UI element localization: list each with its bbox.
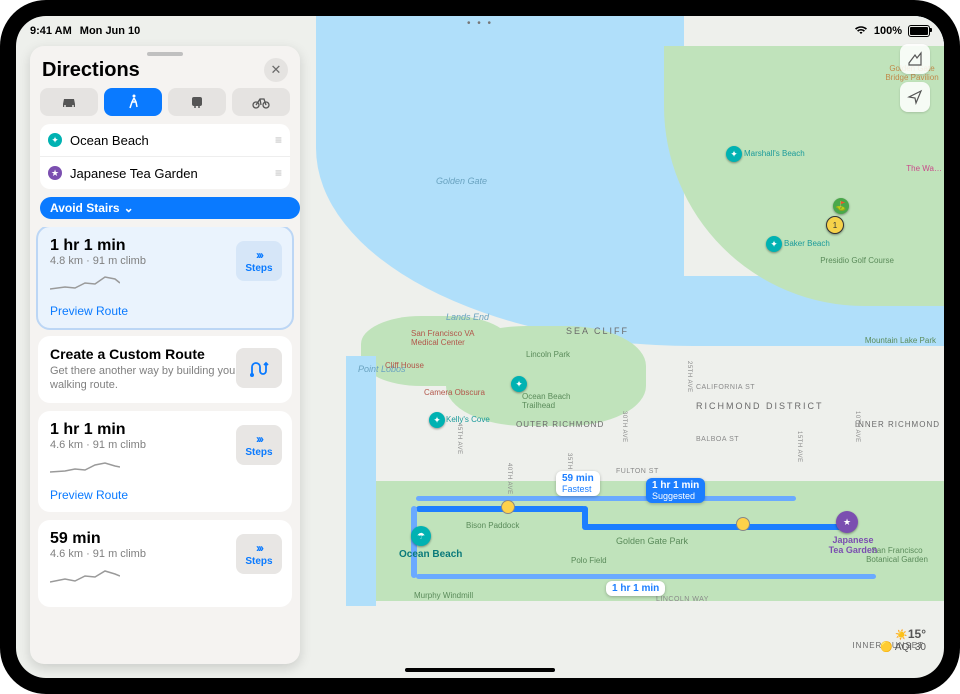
origin-pin[interactable]: ☂ bbox=[411, 526, 431, 546]
label-sea-cliff: SEA CLIFF bbox=[566, 326, 629, 336]
origin-icon: ✦ bbox=[48, 133, 62, 147]
battery-pct: 100% bbox=[874, 25, 902, 37]
pin-presidio[interactable]: ⛳ bbox=[833, 198, 849, 214]
map-settings-button[interactable] bbox=[900, 44, 930, 74]
elevation-sparkline bbox=[50, 566, 120, 586]
label-lands-end: Lands End bbox=[446, 312, 489, 322]
label-golden-gate: Golden Gate bbox=[436, 176, 487, 186]
label-fulton-st: FULTON ST bbox=[616, 468, 659, 475]
screen: 9:41 AM Mon Jun 10 100% • • • Golden Gat… bbox=[16, 16, 944, 678]
weather-widget[interactable]: ☀️15° 🟡 AQI 30 bbox=[880, 627, 926, 654]
steps-button[interactable]: ››› Steps bbox=[236, 534, 282, 574]
route-option[interactable]: 1 hr 1 min 4.8 km · 91 m climb Preview R… bbox=[38, 227, 292, 328]
callout-alt[interactable]: 1 hr 1 min bbox=[606, 581, 665, 596]
panel-title: Directions bbox=[42, 59, 140, 82]
reorder-icon[interactable]: ≡ bbox=[275, 166, 282, 180]
home-indicator[interactable] bbox=[405, 668, 555, 672]
origin-label: Ocean Beach bbox=[399, 549, 462, 560]
route-results: 1 hr 1 min 4.8 km · 91 m climb Preview R… bbox=[30, 227, 300, 664]
waypoint-origin[interactable]: ✦ Ocean Beach ≡ bbox=[40, 124, 290, 157]
steps-button[interactable]: ››› Steps bbox=[236, 425, 282, 465]
panel-grabber[interactable] bbox=[147, 52, 183, 56]
ipad-frame: 9:41 AM Mon Jun 10 100% • • • Golden Gat… bbox=[0, 0, 960, 694]
elevation-sparkline bbox=[50, 457, 120, 477]
label-inner-richmond: INNER RICHMOND bbox=[855, 420, 940, 429]
chevron-right-icon: ››› bbox=[256, 541, 262, 555]
mode-car[interactable] bbox=[40, 88, 98, 116]
directions-panel: Directions ✕ ✦ Ocean Beach ≡ ★ Japanese … bbox=[30, 46, 300, 664]
route-option[interactable]: 1 hr 1 min 4.6 km · 91 m climb Preview R… bbox=[38, 411, 292, 512]
chevron-right-icon: ››› bbox=[256, 248, 262, 262]
label-richmond: RICHMOND DISTRICT bbox=[696, 401, 824, 411]
destination-label: Japanese Tea Garden bbox=[823, 535, 883, 555]
destination-pin[interactable]: ★ bbox=[836, 511, 858, 533]
pin-ocean-beach-trailhead[interactable]: ✦ bbox=[511, 376, 527, 392]
elevation-sparkline bbox=[50, 273, 120, 293]
close-button[interactable]: ✕ bbox=[264, 58, 288, 82]
create-custom-route[interactable]: Create a Custom Route Get there another … bbox=[38, 336, 292, 403]
callout-fastest[interactable]: 59 minFastest bbox=[556, 471, 600, 496]
locate-me-button[interactable] bbox=[900, 82, 930, 112]
waypoint-destination[interactable]: ★ Japanese Tea Garden ≡ bbox=[40, 157, 290, 189]
mode-walk[interactable] bbox=[104, 88, 162, 116]
label-ggp: Golden Gate Park bbox=[616, 536, 688, 546]
avoid-stairs-filter[interactable]: Avoid Stairs ⌄ bbox=[40, 197, 300, 219]
route-option[interactable]: 59 min 4.6 km · 91 m climb ››› Steps bbox=[38, 520, 292, 607]
label-lincoln-way: LINCOLN WAY bbox=[656, 596, 709, 603]
custom-route-icon bbox=[236, 348, 282, 388]
callout-suggested[interactable]: 1 hr 1 minSuggested bbox=[646, 478, 705, 503]
label-california-st: CALIFORNIA ST bbox=[696, 384, 755, 391]
battery-icon bbox=[908, 25, 930, 37]
pin-kellys-cove[interactable]: ✦ bbox=[429, 412, 445, 428]
status-time: 9:41 AM bbox=[30, 25, 72, 37]
label-balboa-st: BALBOA ST bbox=[696, 436, 739, 443]
label-outer-richmond: OUTER RICHMOND bbox=[516, 420, 604, 429]
wifi-icon bbox=[854, 25, 868, 38]
transport-mode-selector bbox=[30, 88, 300, 124]
destination-icon: ★ bbox=[48, 166, 62, 180]
pin-marshalls-beach[interactable]: ✦ bbox=[726, 146, 742, 162]
pin-baker-beach[interactable]: ✦ bbox=[766, 236, 782, 252]
preview-route-link[interactable]: Preview Route bbox=[50, 488, 280, 502]
highway-shield-1: 1 bbox=[826, 216, 844, 234]
status-date: Mon Jun 10 bbox=[80, 25, 141, 37]
mode-bike[interactable] bbox=[232, 88, 290, 116]
paging-dots: • • • bbox=[467, 18, 493, 29]
mode-transit[interactable] bbox=[168, 88, 226, 116]
waypoint-list: ✦ Ocean Beach ≡ ★ Japanese Tea Garden ≡ bbox=[40, 124, 290, 189]
steps-button[interactable]: ››› Steps bbox=[236, 241, 282, 281]
reorder-icon[interactable]: ≡ bbox=[275, 133, 282, 147]
chevron-right-icon: ››› bbox=[256, 432, 262, 446]
chevron-down-icon: ⌄ bbox=[124, 201, 134, 215]
preview-route-link[interactable]: Preview Route bbox=[50, 304, 280, 318]
